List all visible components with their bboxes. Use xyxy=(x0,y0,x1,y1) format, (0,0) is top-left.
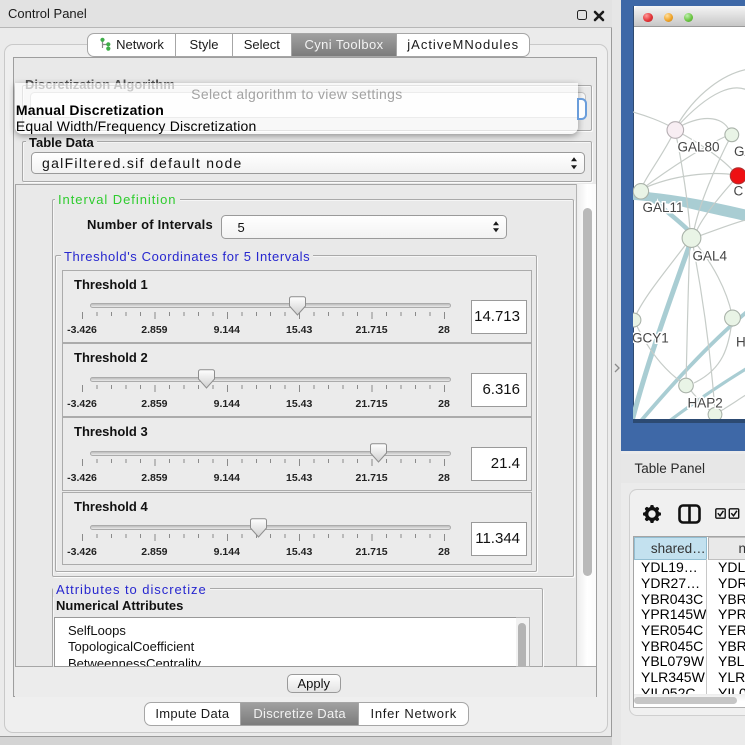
svg-text:H: H xyxy=(736,335,745,350)
svg-text:GAL11: GAL11 xyxy=(642,200,683,215)
svg-text:GCY1: GCY1 xyxy=(633,331,669,346)
svg-text:C: C xyxy=(733,184,743,199)
svg-text:GAL4: GAL4 xyxy=(692,249,727,264)
svg-text:GA: GA xyxy=(734,144,745,159)
svg-text:GAL80: GAL80 xyxy=(677,140,719,155)
svg-text:HAP2: HAP2 xyxy=(687,396,722,411)
